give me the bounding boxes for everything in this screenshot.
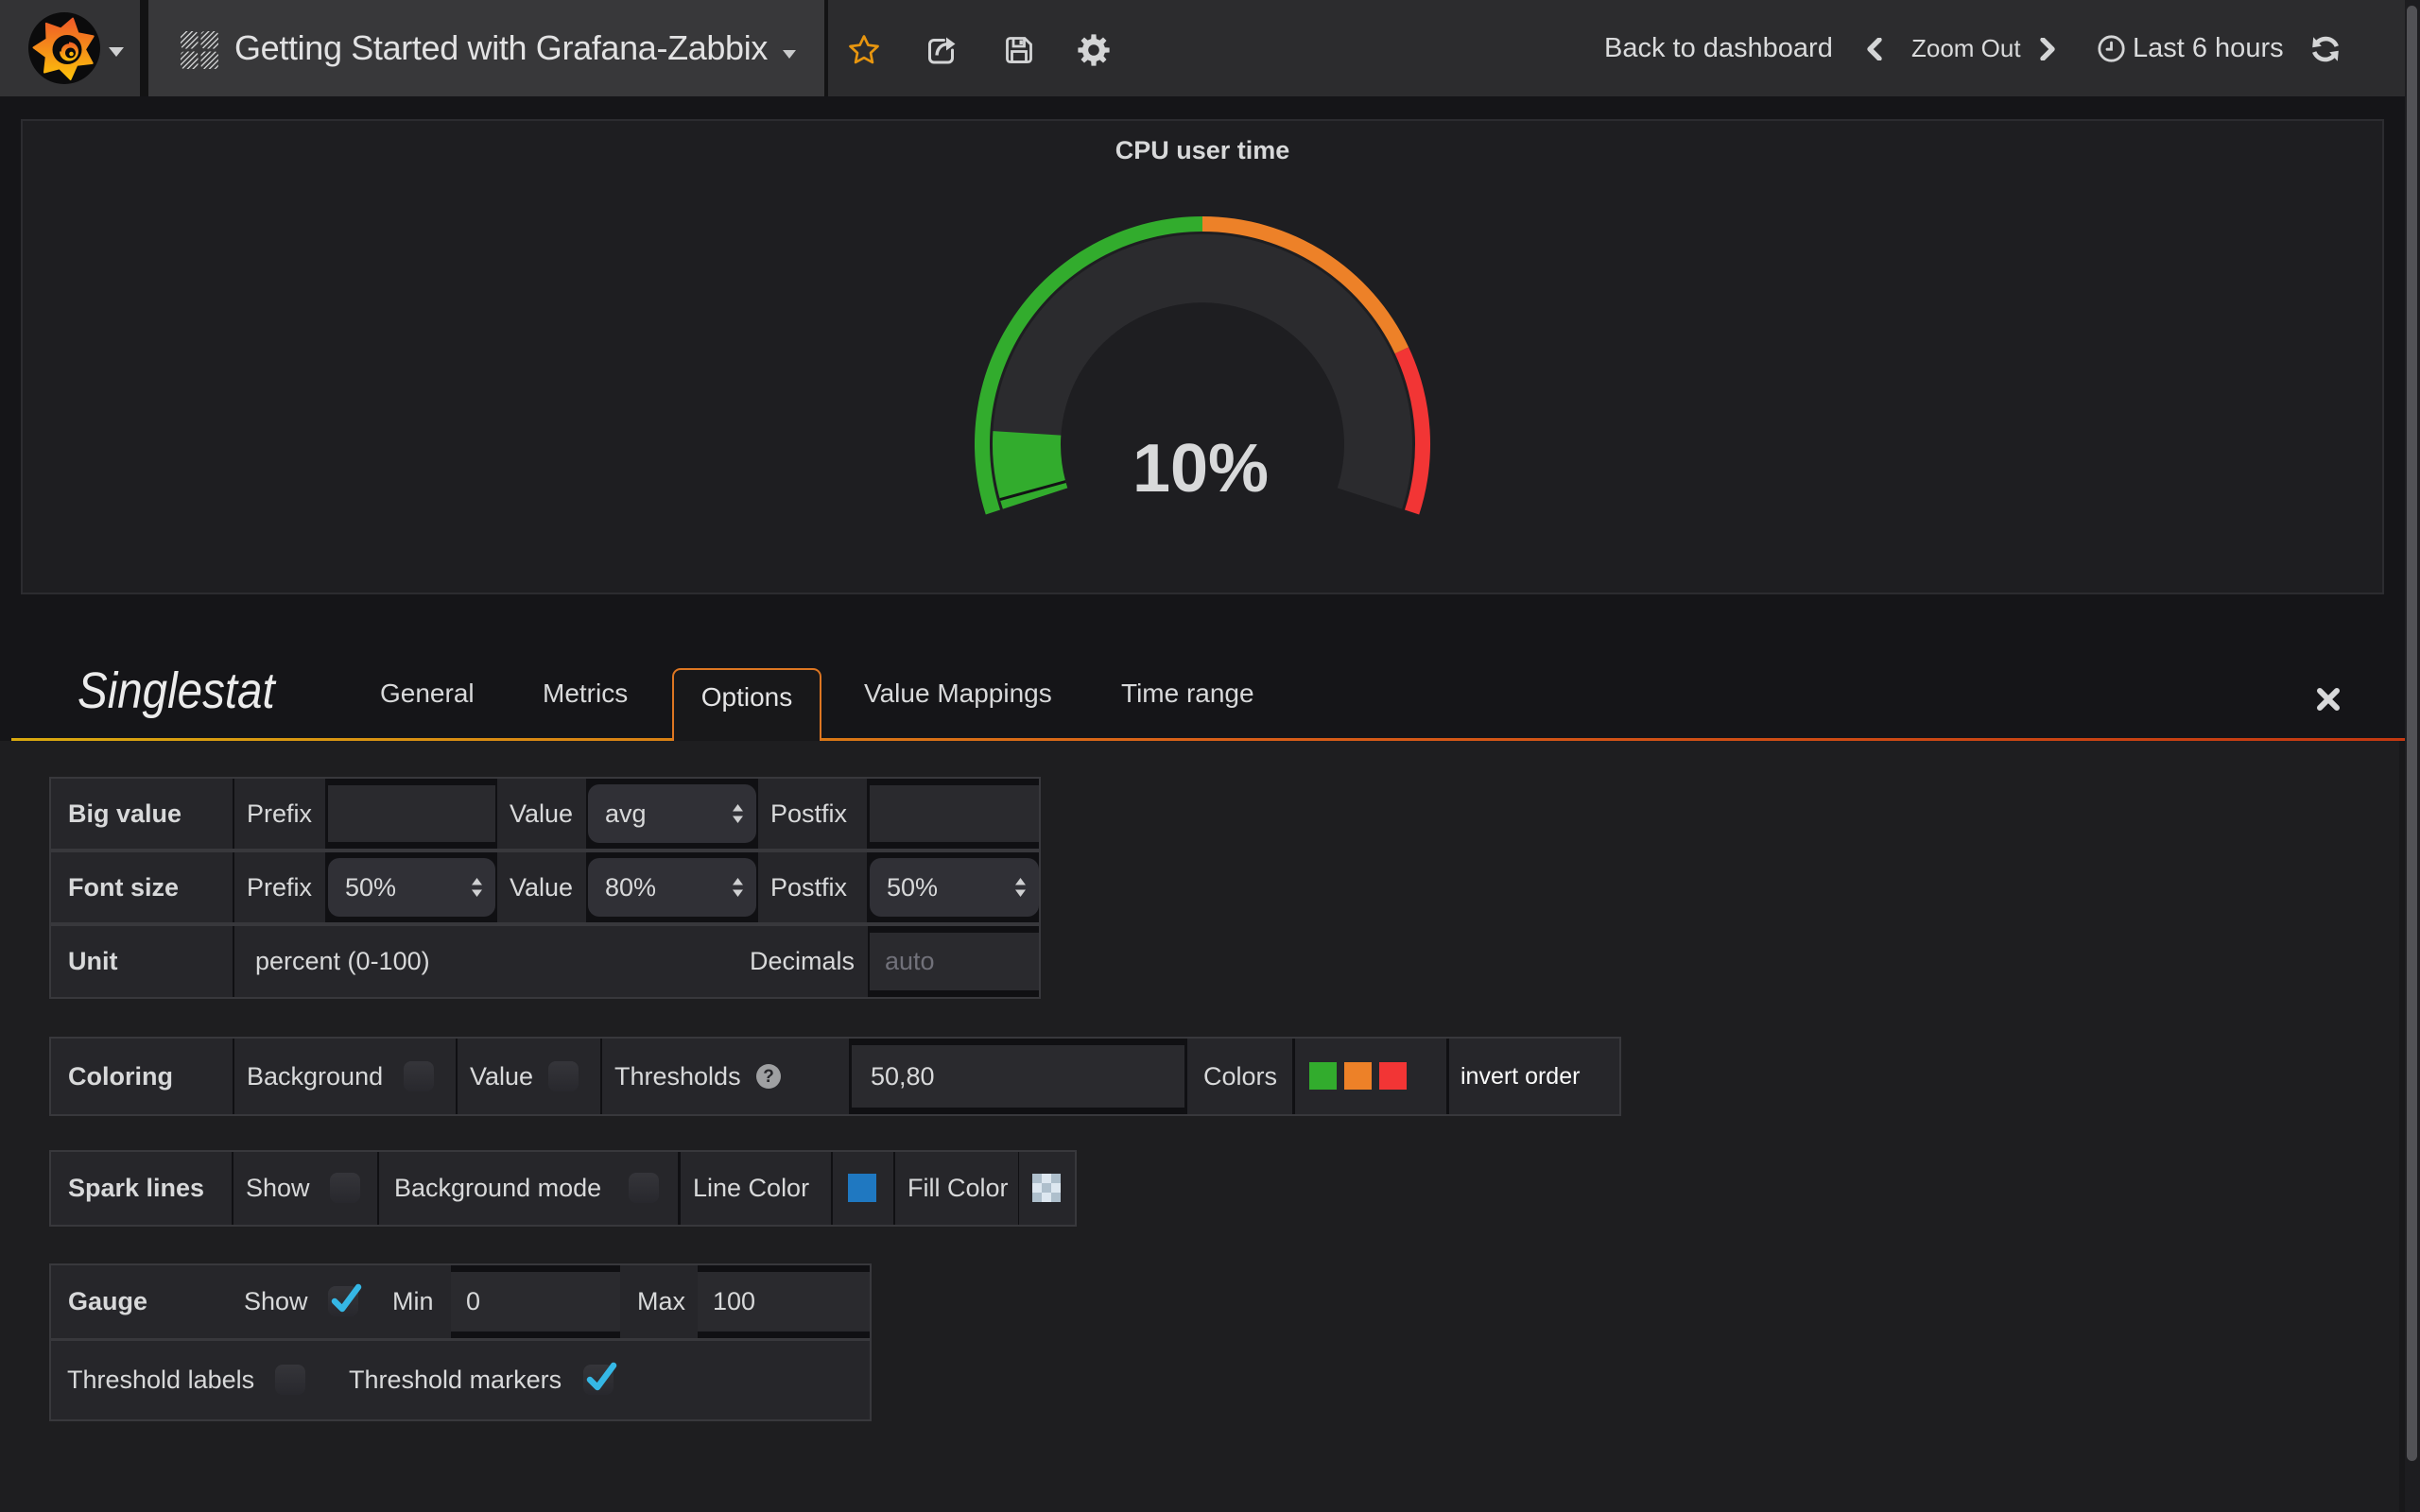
svg-text:?: ? xyxy=(763,1067,774,1087)
